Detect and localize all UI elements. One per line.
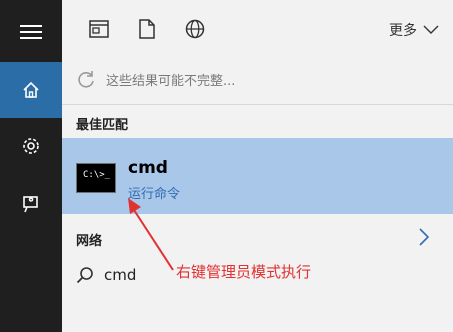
command-prompt-glyph: C:\>_ [83, 170, 111, 180]
best-match-heading: 最佳匹配 [76, 118, 129, 133]
incomplete-results-notice: 这些结果可能不完整... [62, 61, 453, 97]
home-icon [23, 81, 39, 98]
app-window-icon [89, 20, 109, 38]
incomplete-notice-text: 这些结果可能不完整... [106, 73, 236, 89]
gear-icon [23, 138, 39, 154]
filter-toolbar: 更多 [62, 0, 453, 58]
network-heading: 网络 [76, 234, 103, 249]
chevron-down-icon [423, 25, 439, 34]
hamburger-icon [20, 25, 42, 39]
documents-filter-button[interactable] [136, 18, 158, 40]
command-prompt-icon: C:\>_ [76, 163, 116, 193]
best-match-result-cmd[interactable]: C:\>_ cmd 运行命令 [62, 138, 453, 214]
annotation-text: 右键管理员模式执行 [176, 263, 312, 281]
search-icon [76, 267, 93, 284]
feedback-button[interactable] [0, 176, 62, 232]
result-subtitle: 运行命令 [128, 187, 181, 202]
refresh-icon[interactable] [76, 69, 96, 89]
sidebar [0, 0, 62, 332]
divider [62, 104, 453, 105]
document-icon [139, 19, 155, 39]
search-suggestion-row[interactable]: cmd [76, 266, 136, 284]
feedback-icon [23, 196, 38, 213]
settings-button[interactable] [0, 118, 62, 174]
result-title: cmd [128, 158, 168, 178]
chevron-right-icon[interactable] [419, 228, 429, 246]
apps-filter-button[interactable] [88, 18, 110, 40]
globe-icon [185, 19, 205, 39]
search-results-panel: 更多 这些结果可能不完整... 最佳匹配 C:\>_ cmd 运行命令 网络 c… [62, 0, 453, 332]
more-filters-dropdown[interactable]: 更多 [389, 20, 439, 40]
hamburger-menu-button[interactable] [0, 4, 62, 60]
home-button[interactable] [0, 62, 62, 118]
more-label: 更多 [389, 23, 417, 39]
web-filter-button[interactable] [184, 18, 206, 40]
search-query-text: cmd [104, 266, 137, 284]
